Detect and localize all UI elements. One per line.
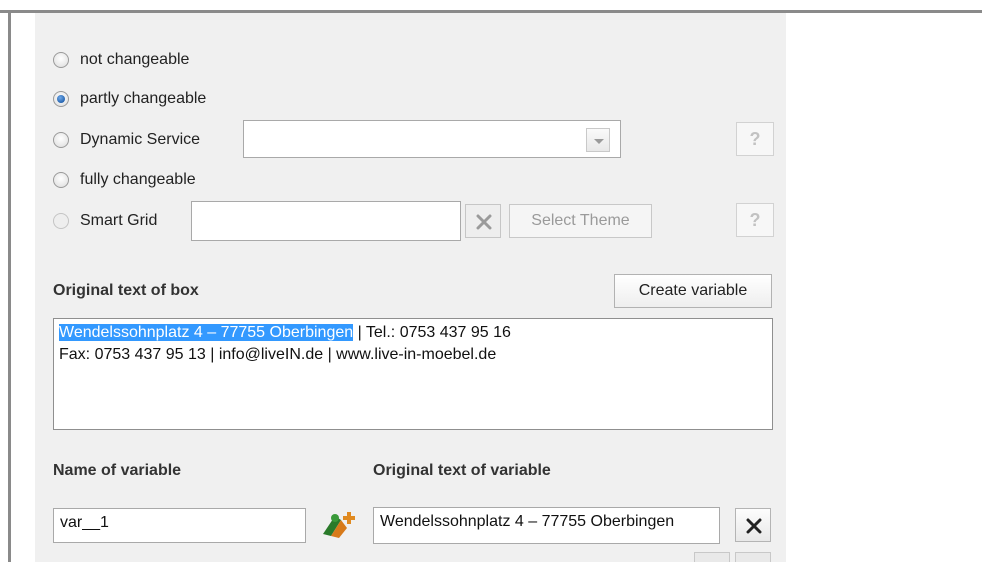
dynamic-service-select[interactable]: [243, 120, 621, 158]
radio-button-checked[interactable]: [53, 91, 69, 107]
partial-button[interactable]: [735, 552, 771, 562]
radio-button-disabled: [53, 213, 69, 229]
select-theme-button: Select Theme: [509, 204, 652, 238]
question-icon: ?: [749, 129, 761, 149]
original-text-textarea[interactable]: Wendelssohnplatz 4 – 77755 Oberbingen | …: [53, 318, 773, 430]
question-icon: ?: [749, 210, 761, 230]
text-line-1-rest: | Tel.: 0753 437 95 16: [353, 324, 511, 341]
help-button-smart-grid[interactable]: ?: [736, 203, 774, 237]
screen: not changeable partly changeable Dynamic…: [0, 0, 982, 562]
variable-text-input[interactable]: Wendelssohnplatz 4 – 77755 Oberbingen: [373, 507, 720, 544]
add-variable-icon[interactable]: [319, 508, 359, 540]
text-line-2: Fax: 0753 437 95 13 | info@liveIN.de | w…: [59, 346, 497, 363]
radio-fully-changeable[interactable]: fully changeable: [53, 168, 196, 192]
radio-partly-changeable[interactable]: partly changeable: [53, 87, 206, 111]
radio-label: Dynamic Service: [80, 131, 201, 148]
radio-button[interactable]: [53, 52, 69, 68]
partial-button[interactable]: [694, 552, 730, 562]
close-icon: [746, 518, 762, 534]
original-text-heading: Original text of box: [53, 282, 199, 299]
delete-variable-button[interactable]: [735, 508, 771, 542]
radio-label: Smart Grid: [80, 212, 158, 229]
variable-name-value: var__1: [60, 514, 109, 531]
radio-button[interactable]: [53, 172, 69, 188]
help-button-dynamic-service[interactable]: ?: [736, 122, 774, 156]
variable-text-heading: Original text of variable: [373, 462, 551, 479]
text-line-1: Wendelssohnplatz 4 – 77755 Oberbingen | …: [59, 322, 767, 344]
radio-not-changeable[interactable]: not changeable: [53, 48, 189, 72]
radio-label: fully changeable: [80, 171, 196, 188]
variable-name-input[interactable]: var__1: [53, 508, 306, 543]
variable-text-value: Wendelssohnplatz 4 – 77755 Oberbingen: [380, 513, 675, 530]
close-icon: [476, 214, 492, 230]
chevron-down-icon[interactable]: [586, 128, 610, 152]
smart-grid-clear-button: [465, 204, 501, 238]
radio-button[interactable]: [53, 132, 69, 148]
radio-label: partly changeable: [80, 90, 207, 107]
radio-smart-grid: Smart Grid: [53, 209, 157, 233]
radio-label: not changeable: [80, 51, 190, 68]
selected-text: Wendelssohnplatz 4 – 77755 Oberbingen: [59, 324, 354, 341]
radio-dynamic-service[interactable]: Dynamic Service: [53, 128, 200, 152]
variable-name-heading: Name of variable: [53, 462, 182, 479]
create-variable-button[interactable]: Create variable: [614, 274, 772, 308]
smart-grid-input[interactable]: [191, 201, 461, 241]
